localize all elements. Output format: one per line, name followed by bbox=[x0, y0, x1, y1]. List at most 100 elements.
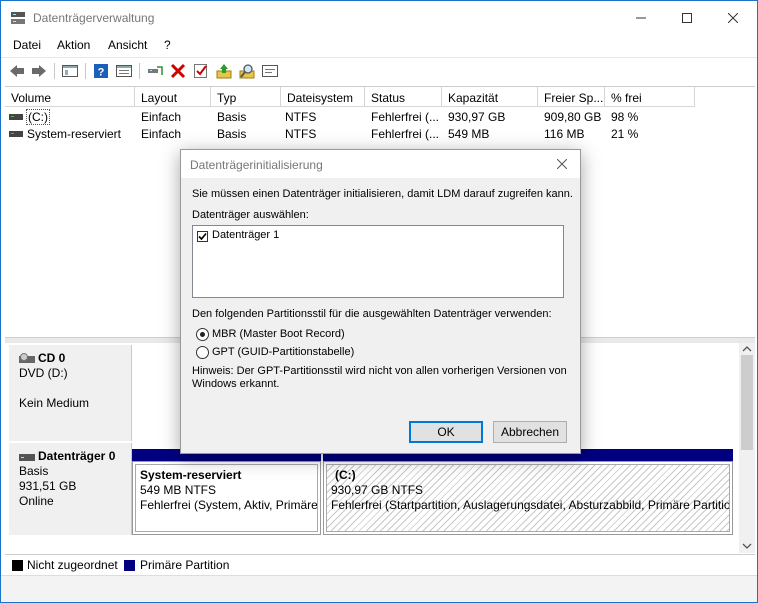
column-header-percent-free[interactable]: % frei bbox=[605, 87, 695, 107]
table-row-cell-type: Basis bbox=[217, 127, 247, 141]
menu-action[interactable]: Aktion bbox=[57, 38, 90, 52]
table-row-cell-layout: Einfach bbox=[141, 110, 182, 124]
partition-style-label: Den folgenden Partitionsstil für die aus… bbox=[192, 308, 552, 320]
column-header-type[interactable]: Typ bbox=[211, 87, 281, 107]
back-icon bbox=[10, 65, 24, 77]
disk-type: Basis bbox=[19, 464, 49, 478]
column-header-free-space[interactable]: Freier Sp... bbox=[538, 87, 605, 107]
table-row-cell-status: Fehlerfrei (... bbox=[371, 127, 440, 141]
table-row-cell-status: Fehlerfrei (... bbox=[371, 110, 440, 124]
initialize-disk-dialog: Datenträgerinitialisierung Sie müssen ei… bbox=[180, 149, 581, 454]
disk-view-scrollbar[interactable] bbox=[739, 343, 755, 553]
legend: Nicht zugeordnet Primäre Partition bbox=[5, 554, 755, 574]
disk-1-checkbox[interactable] bbox=[197, 231, 208, 242]
scroll-down-icon[interactable] bbox=[739, 541, 755, 551]
mbr-radio[interactable] bbox=[196, 328, 209, 341]
table-row-cell-percent-free: 21 % bbox=[611, 127, 639, 141]
table-row-cell-free-space: 909,80 GB bbox=[544, 110, 602, 124]
menu-view[interactable]: Ansicht bbox=[108, 38, 147, 52]
gpt-option-label[interactable]: GPT (GUID-Partitionstabelle) bbox=[212, 346, 354, 358]
close-icon bbox=[728, 13, 738, 23]
radio-selected-dot bbox=[200, 332, 205, 337]
table-row-cell-filesystem: NTFS bbox=[285, 110, 317, 124]
menu-bar: Datei Aktion Ansicht ? bbox=[1, 35, 757, 55]
hard-disk-icon bbox=[19, 453, 35, 461]
search-button[interactable] bbox=[238, 62, 256, 80]
console-tree-icon bbox=[62, 65, 78, 77]
ok-button[interactable]: OK bbox=[409, 421, 483, 443]
properties-icon bbox=[116, 65, 132, 77]
partition-title: (C:) bbox=[335, 468, 356, 482]
disk-select-list[interactable]: Datenträger 1 bbox=[192, 225, 564, 298]
forward-icon bbox=[32, 65, 46, 77]
minimize-button[interactable] bbox=[618, 1, 664, 35]
console-tree-button[interactable] bbox=[61, 62, 79, 80]
menu-file[interactable]: Datei bbox=[13, 38, 41, 52]
disk-label-cd0[interactable]: CD 0 DVD (D:) Kein Medium bbox=[9, 345, 132, 441]
check-icon bbox=[194, 64, 207, 78]
table-row-cell-layout: Einfach bbox=[141, 127, 182, 141]
table-row-cell-capacity: 930,97 GB bbox=[448, 110, 506, 124]
table-row-cell-type: Basis bbox=[217, 110, 247, 124]
table-row-cell-volume[interactable]: System-reserviert bbox=[27, 127, 121, 141]
mbr-option-label[interactable]: MBR (Master Boot Record) bbox=[212, 328, 345, 340]
disk-size bbox=[19, 381, 131, 396]
disk-type: DVD (D:) bbox=[19, 366, 68, 380]
scroll-up-icon[interactable] bbox=[739, 344, 755, 354]
column-header-volume[interactable]: Volume bbox=[5, 87, 135, 107]
table-row-cell-free-space: 116 MB bbox=[544, 127, 585, 141]
disk-management-window: Datenträgerverwaltung Datei Aktion Ansic… bbox=[0, 0, 758, 603]
svg-text:?: ? bbox=[98, 67, 105, 79]
partition-size: 930,97 GB NTFS bbox=[331, 483, 424, 497]
gpt-note-line-1: Hinweis: Der GPT-Partitionsstil wird nic… bbox=[192, 365, 567, 377]
maximize-button[interactable] bbox=[664, 1, 710, 35]
forward-button[interactable] bbox=[30, 62, 48, 80]
import-button[interactable] bbox=[215, 62, 233, 80]
menu-help[interactable]: ? bbox=[164, 38, 171, 52]
delete-button[interactable] bbox=[169, 62, 187, 80]
search-icon bbox=[239, 64, 255, 79]
disk-name: CD 0 bbox=[38, 351, 66, 365]
scrollbar-thumb[interactable] bbox=[741, 355, 753, 450]
properties-button[interactable] bbox=[115, 62, 133, 80]
cancel-button[interactable]: Abbrechen bbox=[493, 421, 567, 443]
table-row-cell-capacity: 549 MB bbox=[448, 127, 490, 141]
legend-swatch-primary bbox=[124, 560, 135, 571]
disk-label-disk0[interactable]: Datenträger 0 Basis 931,51 GB Online bbox=[9, 443, 132, 535]
dialog-title: Datenträgerinitialisierung bbox=[190, 158, 323, 172]
title-bar: Datenträgerverwaltung bbox=[1, 1, 757, 35]
back-button[interactable] bbox=[8, 62, 26, 80]
select-disk-label: Datenträger auswählen: bbox=[192, 209, 309, 221]
column-header-filesystem[interactable]: Dateisystem bbox=[281, 87, 365, 107]
close-button[interactable] bbox=[710, 1, 756, 35]
gpt-radio[interactable] bbox=[196, 346, 209, 359]
help-icon: ? bbox=[94, 64, 108, 79]
legend-label-primary: Primäre Partition bbox=[140, 558, 230, 572]
import-icon bbox=[216, 64, 232, 79]
dialog-title-bar: Datenträgerinitialisierung bbox=[181, 150, 580, 178]
column-header-capacity[interactable]: Kapazität bbox=[442, 87, 538, 107]
table-row-cell-volume[interactable]: (C:) bbox=[26, 109, 50, 125]
disk-management-app-icon bbox=[11, 12, 25, 24]
disk-1-label[interactable]: Datenträger 1 bbox=[212, 229, 279, 241]
partition-system-reserved[interactable]: System-reserviert 549 MB NTFS Fehlerfrei… bbox=[132, 461, 321, 535]
partition-title: System-reserviert bbox=[140, 468, 242, 482]
check-button[interactable] bbox=[192, 62, 210, 80]
dialog-close-button[interactable] bbox=[545, 150, 579, 178]
help-button[interactable]: ? bbox=[92, 62, 110, 80]
partition-status: Fehlerfrei (System, Aktiv, Primäre bbox=[140, 498, 318, 512]
table-row-cell-percent-free: 98 % bbox=[611, 110, 639, 124]
connect-button[interactable] bbox=[146, 62, 164, 80]
connect-icon bbox=[148, 66, 163, 75]
partition-status: Fehlerfrei (Startpartition, Auslagerungs… bbox=[331, 498, 730, 512]
partition-c-drive[interactable]: (C:) 930,97 GB NTFS Fehlerfrei (Startpar… bbox=[323, 461, 733, 535]
column-header-layout[interactable]: Layout bbox=[135, 87, 211, 107]
checkmark-icon bbox=[198, 232, 207, 241]
minimize-icon bbox=[636, 17, 646, 19]
toolbar: ? bbox=[1, 57, 757, 83]
close-icon bbox=[557, 159, 567, 169]
settings-button[interactable] bbox=[261, 62, 279, 80]
settings-icon bbox=[262, 65, 278, 77]
column-header-status[interactable]: Status bbox=[365, 87, 442, 107]
gpt-note-line-2: Windows erkannt. bbox=[192, 378, 280, 390]
